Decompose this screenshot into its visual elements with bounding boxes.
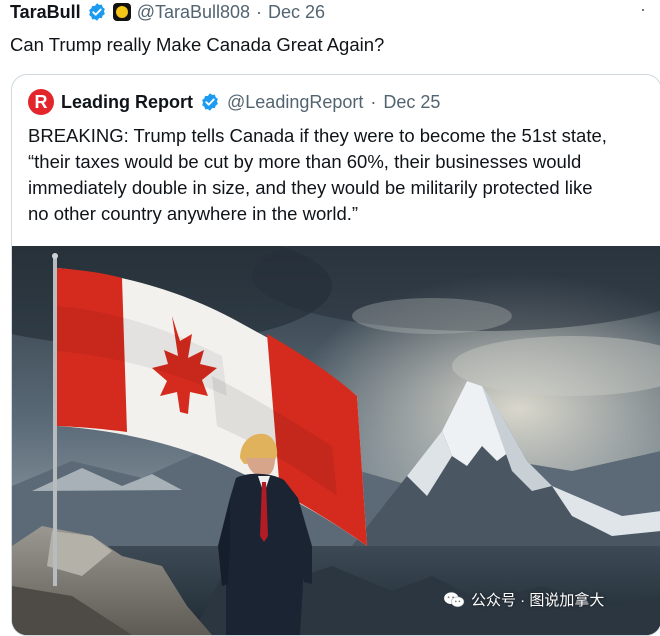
tweet-date[interactable]: Dec 26 bbox=[268, 2, 325, 23]
quote-text-line: no other country anywhere in the world.” bbox=[28, 203, 359, 224]
quote-date[interactable]: Dec 25 bbox=[383, 92, 440, 113]
quote-text-line: “their taxes would be cut by more than 6… bbox=[28, 151, 582, 172]
quote-text-line: BREAKING: Trump tells Canada if they wer… bbox=[28, 125, 607, 146]
quote-author-name[interactable]: Leading Report bbox=[61, 92, 193, 113]
tweet-header: TaraBull @TaraBull808 · Dec 26 bbox=[10, 0, 325, 24]
watermark-text: 公众号 · 图说加拿大 bbox=[471, 592, 605, 609]
quote-separator: · bbox=[370, 91, 377, 112]
quote-header: R Leading Report @LeadingReport · Dec 25 bbox=[28, 89, 440, 115]
header-separator: · bbox=[256, 1, 263, 22]
quote-author-handle[interactable]: @LeadingReport bbox=[227, 92, 363, 113]
leading-report-logo-icon: R bbox=[28, 89, 54, 115]
author-name[interactable]: TaraBull bbox=[10, 2, 81, 23]
quoted-tweet-card[interactable]: R Leading Report @LeadingReport · Dec 25… bbox=[11, 74, 660, 636]
more-options-icon[interactable]: · bbox=[640, 0, 646, 18]
verified-badge-icon bbox=[202, 93, 218, 111]
verified-badge-icon bbox=[88, 3, 105, 21]
watermark: 公众号 · 图说加拿大 bbox=[443, 589, 604, 610]
wechat-icon bbox=[444, 591, 465, 607]
quote-media-image[interactable] bbox=[12, 246, 660, 635]
quote-text-line: immediately double in size, and they wou… bbox=[28, 177, 593, 198]
tweet-text: Can Trump really Make Canada Great Again… bbox=[10, 34, 385, 55]
author-handle[interactable]: @TaraBull808 bbox=[137, 2, 250, 23]
coin-emoji-icon bbox=[112, 3, 131, 21]
quote-text: BREAKING: Trump tells Canada if they wer… bbox=[28, 123, 653, 227]
